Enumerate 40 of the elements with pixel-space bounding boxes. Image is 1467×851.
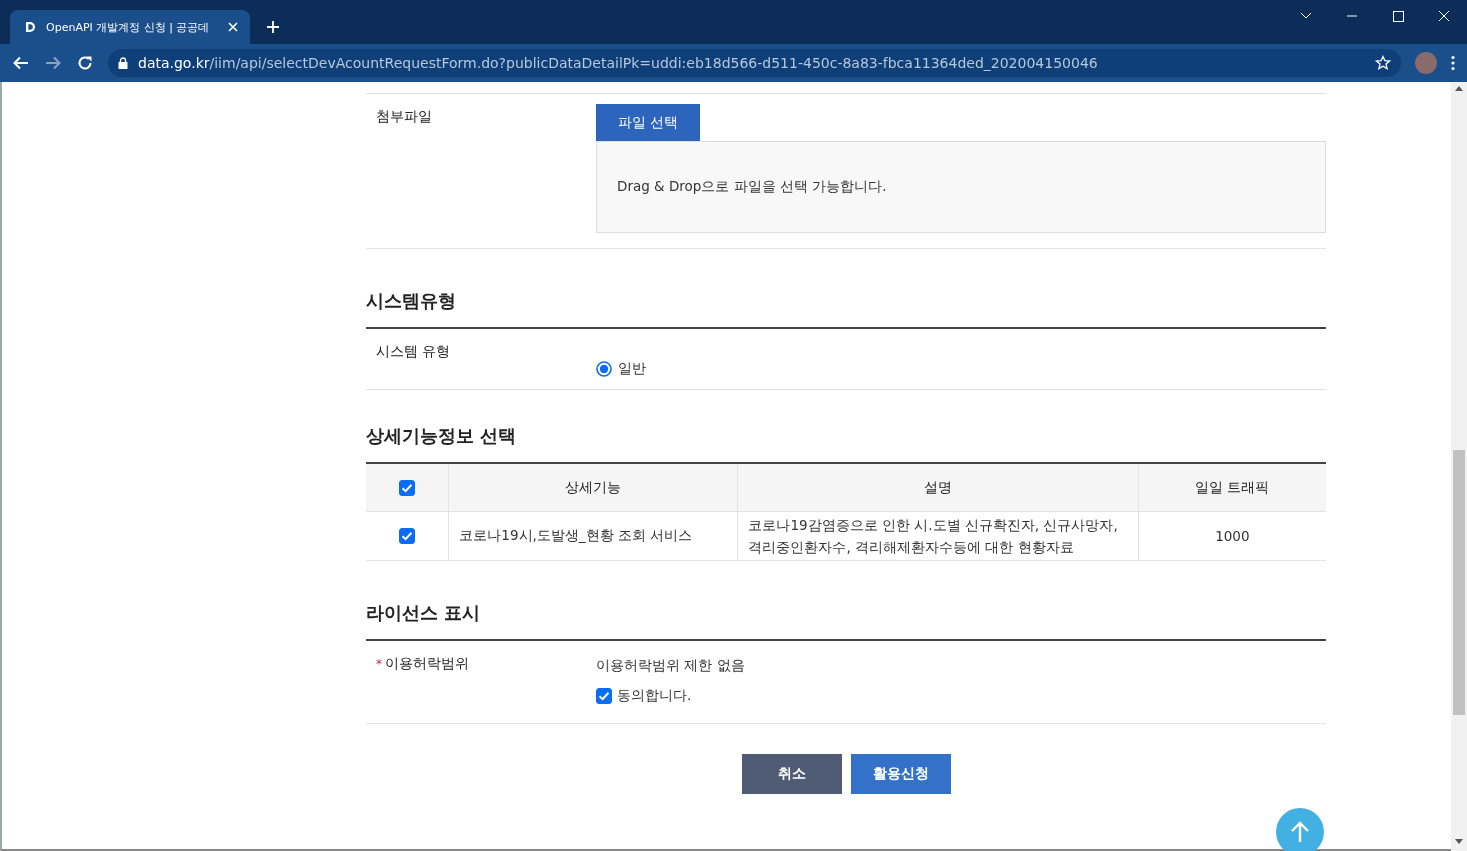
table-cell: 코로나19감염증으로 인한 시.도별 신규확진자, 신규사망자, 격리중인환자수, 격리해제환자수등에 대한 현황자료 [738,511,1139,561]
back-arrow-icon[interactable] [12,54,30,72]
agree-label: 동의합니다. [617,687,692,705]
attachment-label: 첨부파일 [375,107,433,126]
radio-label: 일반 [618,360,646,378]
column-header: 상세기능 [448,464,738,512]
drop-zone-text: Drag & Drop으로 파일을 선택 가능합니다. [617,178,887,196]
row-checkbox[interactable] [399,528,416,544]
close-icon[interactable] [226,20,240,34]
forward-arrow-icon[interactable] [44,54,62,72]
browser-tab[interactable]: OpenAPI 개발계정 신청 | 공공데 [10,10,250,44]
drop-zone[interactable]: Drag & Drop으로 파일을 선택 가능합니다. [596,141,1326,233]
agree-checkbox[interactable] [596,688,612,704]
column-header: 일일 트래픽 [1138,464,1326,512]
scrollbar[interactable] [1451,82,1467,851]
scrollbar-thumb[interactable] [1453,450,1465,715]
apply-button[interactable]: 활용신청 [850,754,951,794]
column-header: 설명 [738,464,1139,512]
required-mark: * [376,657,382,671]
star-icon[interactable] [1375,55,1391,71]
radio-button[interactable] [596,361,612,377]
scroll-to-top-button[interactable] [1276,808,1324,851]
section-heading: 라이선스 표시 [366,601,1326,641]
table-cell: 코로나19시,도발생_현황 조회 서비스 [448,511,738,561]
license-scope-value: 이용허락범위 제한 없음 [596,657,746,675]
new-tab-icon[interactable] [266,20,280,34]
tab-title: OpenAPI 개발계정 신청 | 공공데 [46,19,211,35]
address-bar[interactable]: data.go.kr/iim/api/selectDevAcountRequestForm.do?publicDataDetailPk=uddi:eb18d566-d511-450c-8a83-fbca11364ded_202004150046 [108,49,1401,77]
lock-icon [118,57,128,69]
section-heading: 시스템유형 [366,289,1326,329]
scroll-down-icon[interactable] [1455,839,1463,845]
select-all-checkbox[interactable] [399,479,416,496]
file-select-button[interactable]: 파일 선택 [596,104,701,141]
cancel-button[interactable]: 취소 [741,754,842,794]
menu-icon[interactable] [1451,55,1455,71]
license-scope-label: 이용허락범위 [385,655,469,671]
system-type-label: 시스템 유형 [375,342,452,361]
url-text: data.go.kr/iim/api/selectDevAcountRequestForm.do?publicDataDetailPk=uddi:eb18d566-d511-450c-8a83-fbca11364ded_202004150046 [138,55,1098,71]
reload-icon[interactable] [76,54,94,72]
scroll-up-icon[interactable] [1455,86,1463,92]
